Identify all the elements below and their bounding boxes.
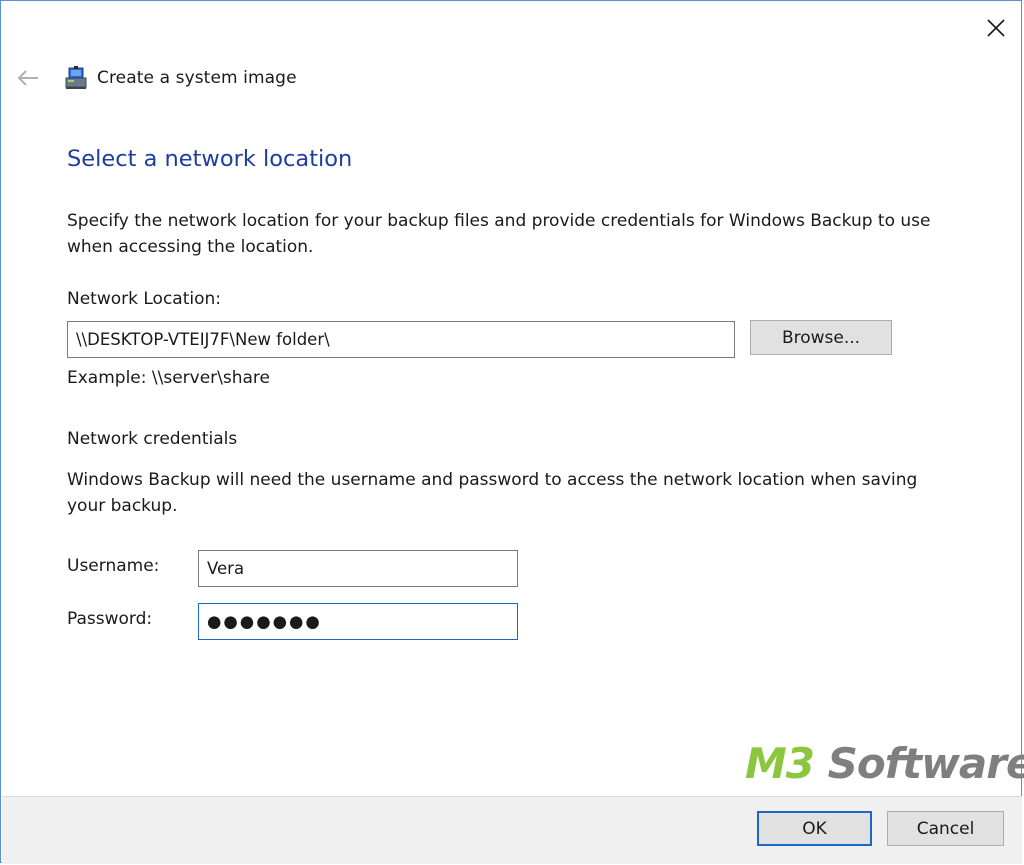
password-input[interactable] (198, 603, 518, 640)
m3-software-watermark: M3 Software (745, 739, 1024, 788)
password-label: Password: (67, 609, 153, 629)
cancel-button[interactable]: Cancel (887, 811, 1004, 846)
close-icon (987, 19, 1005, 37)
window-title: Create a system image (97, 68, 297, 88)
username-label: Username: (67, 556, 160, 576)
credentials-heading: Network credentials (67, 429, 238, 449)
back-arrow-icon (17, 70, 38, 86)
page-description: Specify the network location for your ba… (67, 211, 931, 257)
close-button[interactable] (977, 11, 1015, 45)
network-location-example: Example: \\server\share (67, 368, 271, 388)
page-heading: Select a network location (67, 146, 353, 172)
credentials-description: Windows Backup will need the username an… (67, 470, 918, 516)
watermark-m3: M3 (745, 739, 815, 788)
watermark-software: Software (814, 739, 1024, 788)
network-location-input[interactable] (67, 321, 735, 358)
title-row: Create a system image (13, 63, 297, 93)
back-button[interactable] (13, 63, 43, 93)
system-image-icon (65, 66, 87, 89)
dialog-window: Create a system image Select a network l… (0, 0, 1024, 864)
browse-button[interactable]: Browse... (750, 320, 892, 355)
ok-button[interactable]: OK (757, 811, 872, 846)
username-input[interactable] (198, 550, 518, 587)
network-location-label: Network Location: (67, 289, 222, 309)
